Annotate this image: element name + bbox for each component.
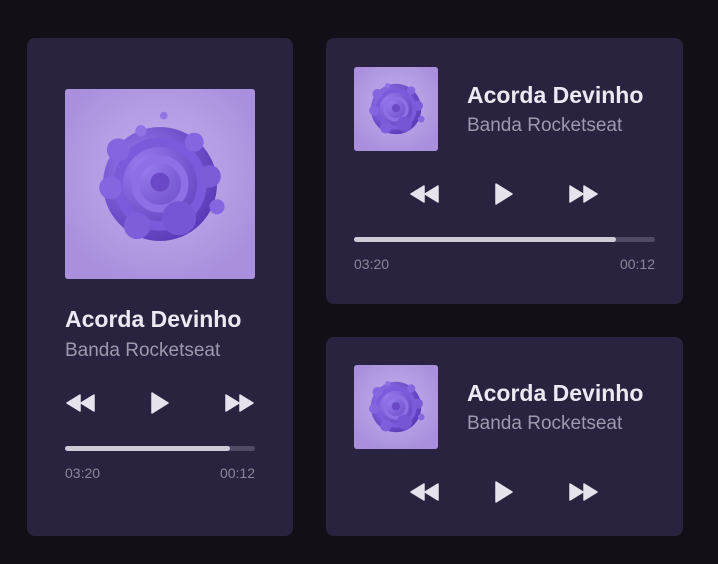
remaining-time: 00:12 bbox=[219, 465, 255, 481]
play-button[interactable] bbox=[488, 181, 520, 207]
rewind-icon bbox=[410, 185, 439, 203]
album-art-image bbox=[354, 67, 438, 151]
track-title: Acorda Devinho bbox=[467, 82, 644, 108]
rewind-button[interactable] bbox=[409, 181, 441, 207]
rewind-button[interactable] bbox=[65, 390, 97, 416]
album-cover bbox=[65, 89, 255, 279]
track-artist: Banda Rocketseat bbox=[467, 413, 623, 434]
fast-forward-button[interactable] bbox=[567, 479, 599, 505]
fast-forward-icon bbox=[569, 483, 598, 501]
fast-forward-icon bbox=[225, 394, 254, 412]
progress-bar[interactable] bbox=[65, 446, 255, 451]
rewind-icon bbox=[410, 483, 439, 501]
elapsed-time: 03:20 bbox=[65, 465, 101, 481]
track-title: Acorda Devinho bbox=[467, 380, 644, 406]
track-artist: Banda Rocketseat bbox=[65, 340, 221, 361]
progress-fill bbox=[354, 237, 616, 242]
player-card-large: Acorda Devinho Banda Rocketseat 03:20 00… bbox=[27, 38, 293, 536]
album-cover bbox=[354, 67, 438, 151]
rewind-button[interactable] bbox=[409, 479, 441, 505]
track-artist: Banda Rocketseat bbox=[467, 115, 623, 136]
progress-bar[interactable] bbox=[354, 237, 655, 242]
rewind-icon bbox=[66, 394, 95, 412]
play-icon bbox=[495, 183, 513, 205]
track-title: Acorda Devinho bbox=[65, 306, 242, 332]
album-art-image bbox=[65, 89, 255, 279]
fast-forward-button[interactable] bbox=[223, 390, 255, 416]
elapsed-time: 03:20 bbox=[354, 256, 390, 272]
play-icon bbox=[151, 392, 169, 414]
fast-forward-icon bbox=[569, 185, 598, 203]
progress-fill bbox=[65, 446, 231, 451]
album-cover bbox=[354, 365, 438, 449]
play-button[interactable] bbox=[144, 390, 176, 416]
play-icon bbox=[495, 481, 513, 503]
remaining-time: 00:12 bbox=[619, 256, 655, 272]
album-art-image bbox=[354, 365, 438, 449]
player-card-small: Acorda Devinho Banda Rocketseat bbox=[326, 337, 683, 536]
player-card-medium: Acorda Devinho Banda Rocketseat 03:20 00… bbox=[326, 38, 683, 304]
play-button[interactable] bbox=[488, 479, 520, 505]
fast-forward-button[interactable] bbox=[567, 181, 599, 207]
